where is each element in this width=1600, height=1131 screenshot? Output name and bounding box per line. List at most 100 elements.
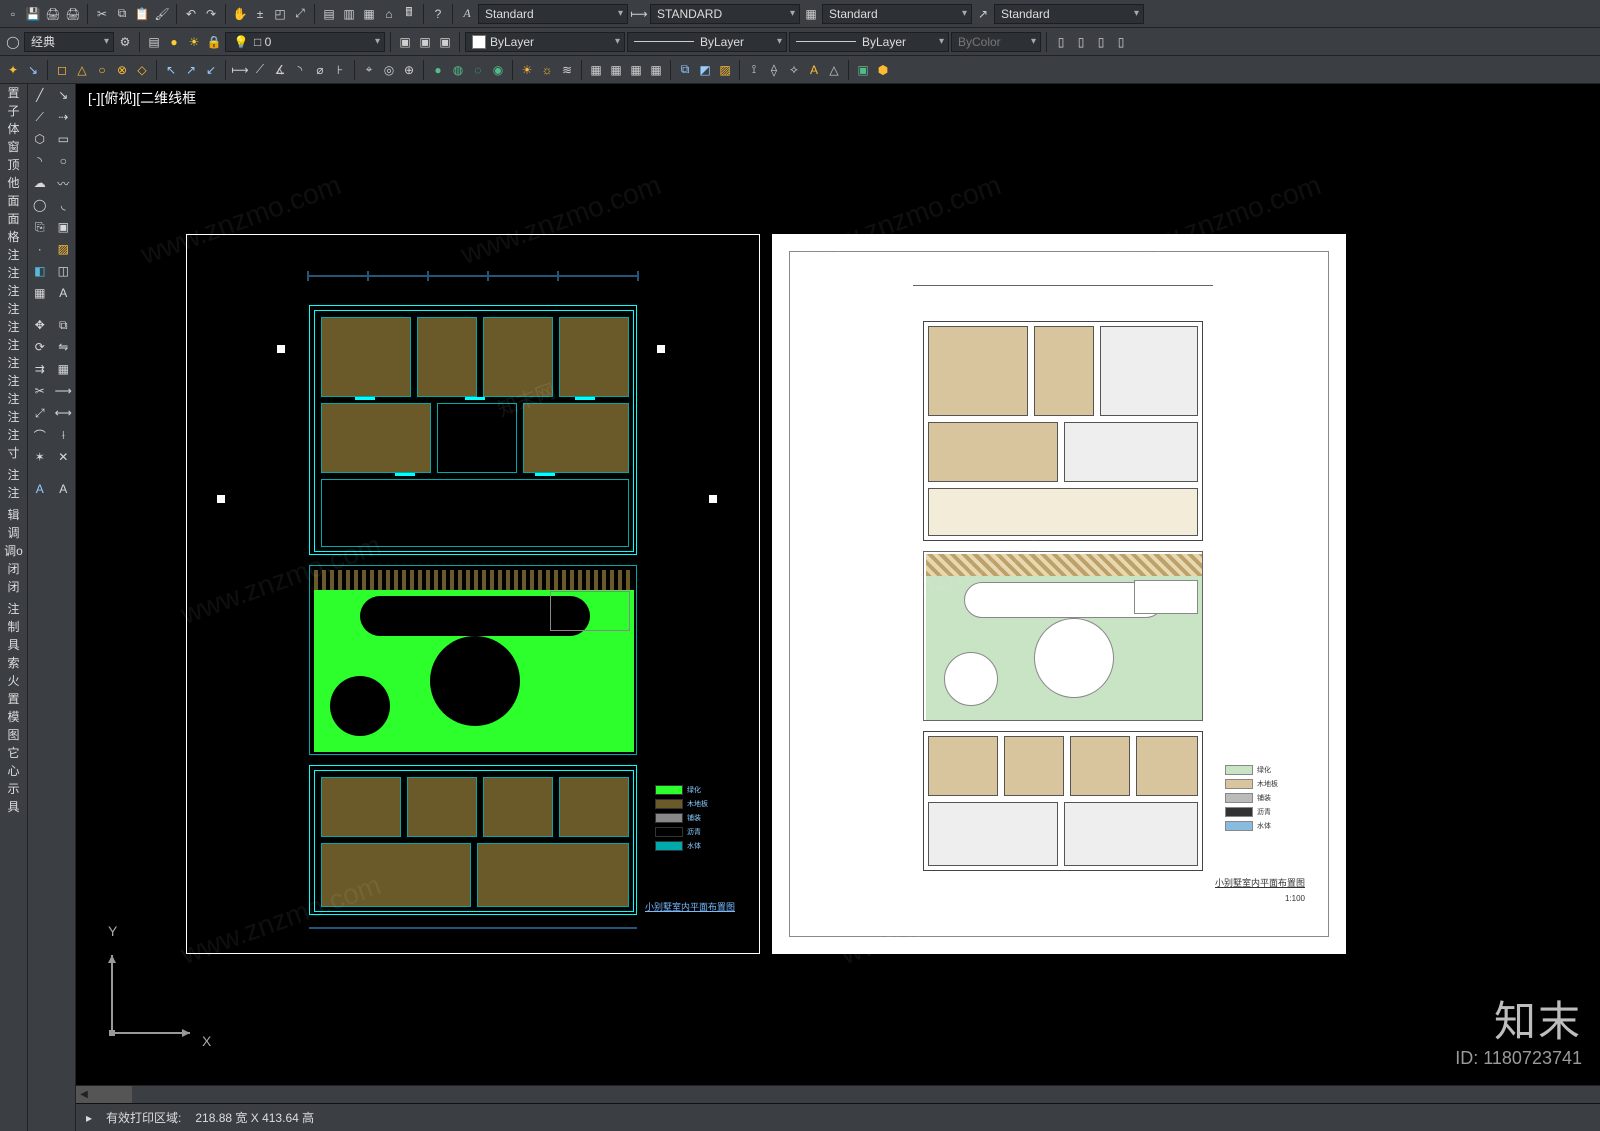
mod-move-icon[interactable]: ✥: [28, 314, 52, 336]
dim-cont-icon[interactable]: ⊦: [331, 61, 349, 79]
mod-explode-icon[interactable]: ✶: [28, 446, 52, 468]
tool-mtext-icon[interactable]: A: [52, 282, 76, 304]
dim-style-combo[interactable]: STANDARD: [650, 4, 800, 24]
dim-lin-icon[interactable]: ⟼: [231, 61, 249, 79]
print-preview-icon[interactable]: 🖨: [64, 5, 82, 23]
sheet-set-icon[interactable]: ▥: [340, 5, 358, 23]
materials-icon[interactable]: ⬢: [874, 61, 892, 79]
scroll-left-icon[interactable]: ◀: [76, 1086, 92, 1103]
linetype-combo[interactable]: ByLayer: [627, 32, 787, 52]
plotstyle-combo[interactable]: ByColor: [951, 32, 1041, 52]
zoom-window-icon[interactable]: ◰: [271, 5, 289, 23]
lineweight-combo[interactable]: ByLayer: [789, 32, 949, 52]
map-d-icon[interactable]: ▦: [647, 61, 665, 79]
paste-icon[interactable]: 📋: [133, 5, 151, 23]
left-panel-item[interactable]: 注: [0, 372, 27, 390]
left-panel-item[interactable]: 注: [0, 466, 27, 484]
tool-polygon-icon[interactable]: ⬡: [28, 128, 52, 150]
layer-combo[interactable]: 💡□ 0: [225, 32, 385, 52]
print-icon[interactable]: 🖨: [44, 5, 62, 23]
left-panel-item[interactable]: 窗: [0, 138, 27, 156]
left-panel-item[interactable]: 格: [0, 228, 27, 246]
dim-ali-icon[interactable]: ⟋: [251, 61, 269, 79]
mod-mirror-icon[interactable]: ⇋: [52, 336, 76, 358]
scrollbar-h[interactable]: ◀: [76, 1085, 1600, 1103]
snap-tool2-icon[interactable]: ↘: [24, 61, 42, 79]
cut-icon[interactable]: ✂: [93, 5, 111, 23]
redo-icon[interactable]: ↷: [202, 5, 220, 23]
layer-tool3-icon[interactable]: ▣: [436, 33, 454, 51]
vp-tool1-icon[interactable]: ▯: [1052, 33, 1070, 51]
left-panel-item[interactable]: 寸: [0, 444, 27, 462]
left-panel-item[interactable]: 体: [0, 120, 27, 138]
vp-tool2-icon[interactable]: ▯: [1072, 33, 1090, 51]
left-panel-item[interactable]: 置: [0, 84, 27, 102]
copy-icon[interactable]: ⧉: [113, 5, 131, 23]
osnap-node-icon[interactable]: ⊗: [113, 61, 131, 79]
layer-props-icon[interactable]: ▤: [145, 33, 163, 51]
left-panel-item[interactable]: 注: [0, 300, 27, 318]
dim-ang-icon[interactable]: ∡: [271, 61, 289, 79]
render-real-icon[interactable]: ◉: [489, 61, 507, 79]
osnap-end-icon[interactable]: ◻: [53, 61, 71, 79]
osnap-quad-icon[interactable]: ◇: [133, 61, 151, 79]
tool-ellipse-icon[interactable]: ◯: [28, 194, 52, 216]
zoom-extents-icon[interactable]: ⤢: [291, 5, 309, 23]
design-center-icon[interactable]: ⌂: [380, 5, 398, 23]
tool-table-icon[interactable]: ▦: [28, 282, 52, 304]
tool-insert-icon[interactable]: ⎘: [28, 216, 52, 238]
tool-xa-icon[interactable]: ⌖: [360, 61, 378, 79]
mtext-icon[interactable]: A: [28, 478, 52, 500]
map-b-icon[interactable]: ▦: [607, 61, 625, 79]
render-shade-icon[interactable]: ●: [429, 61, 447, 79]
render-final-icon[interactable]: ▣: [854, 61, 872, 79]
tool-rect-icon[interactable]: ▭: [52, 128, 76, 150]
tool-ray-icon[interactable]: ⇢: [52, 106, 76, 128]
left-panel-item[interactable]: 具: [0, 798, 27, 816]
render-hidden-icon[interactable]: ◌: [469, 61, 487, 79]
tool-line-icon[interactable]: ╱: [28, 84, 52, 106]
left-panel-item[interactable]: 注: [0, 408, 27, 426]
left-panel-item[interactable]: 心: [0, 762, 27, 780]
left-panel-item[interactable]: 调o: [0, 542, 27, 560]
left-panel-item[interactable]: 子: [0, 102, 27, 120]
light-icon[interactable]: ☀: [518, 61, 536, 79]
annot-b-icon[interactable]: ⟠: [765, 61, 783, 79]
left-panel-item[interactable]: 闭: [0, 560, 27, 578]
left-panel-item[interactable]: 图: [0, 726, 27, 744]
tool-xb-icon[interactable]: ◎: [380, 61, 398, 79]
layer-tool2-icon[interactable]: ▣: [416, 33, 434, 51]
annot-e-icon[interactable]: △: [825, 61, 843, 79]
left-panel-item[interactable]: 他: [0, 174, 27, 192]
calc-icon[interactable]: 🖩: [400, 5, 418, 23]
left-panel-item[interactable]: 闭: [0, 578, 27, 596]
dtext-icon[interactable]: A: [52, 478, 76, 500]
left-panel-item[interactable]: 注: [0, 484, 27, 502]
mod-scale-icon[interactable]: ⤢: [28, 402, 52, 424]
mod-fillet-icon[interactable]: ⌒: [28, 424, 52, 446]
ws-settings-icon[interactable]: ⚙: [116, 33, 134, 51]
xref-icon[interactable]: ⧉: [676, 61, 694, 79]
tool-circle-icon[interactable]: ○: [52, 150, 76, 172]
annot-d-icon[interactable]: A: [805, 61, 823, 79]
snap-tool1-icon[interactable]: ✦: [4, 61, 22, 79]
left-panel-item[interactable]: 调: [0, 524, 27, 542]
left-panel-item[interactable]: 注: [0, 282, 27, 300]
table-style-combo[interactable]: Standard: [822, 4, 972, 24]
iso-nw-icon[interactable]: ↖: [162, 61, 180, 79]
tool-region-icon[interactable]: ◫: [52, 260, 76, 282]
vp-tool4-icon[interactable]: ▯: [1112, 33, 1130, 51]
left-panel-item[interactable]: 注: [0, 390, 27, 408]
layer-tool1-icon[interactable]: ▣: [396, 33, 414, 51]
view-tag[interactable]: [-][俯视][二维线框: [88, 88, 196, 108]
left-panel-item[interactable]: 示: [0, 780, 27, 798]
tool-gradient-icon[interactable]: ◧: [28, 260, 52, 282]
pan-icon[interactable]: ✋: [231, 5, 249, 23]
render-wire-icon[interactable]: ◍: [449, 61, 467, 79]
tool-spline-icon[interactable]: 〰: [52, 172, 76, 194]
tool-pline-icon[interactable]: ⟋: [28, 106, 52, 128]
iso-ne-icon[interactable]: ↗: [182, 61, 200, 79]
left-panel-item[interactable]: 注: [0, 600, 27, 618]
text-style-combo[interactable]: Standard: [478, 4, 628, 24]
tool-hatch-icon[interactable]: ▨: [52, 238, 76, 260]
